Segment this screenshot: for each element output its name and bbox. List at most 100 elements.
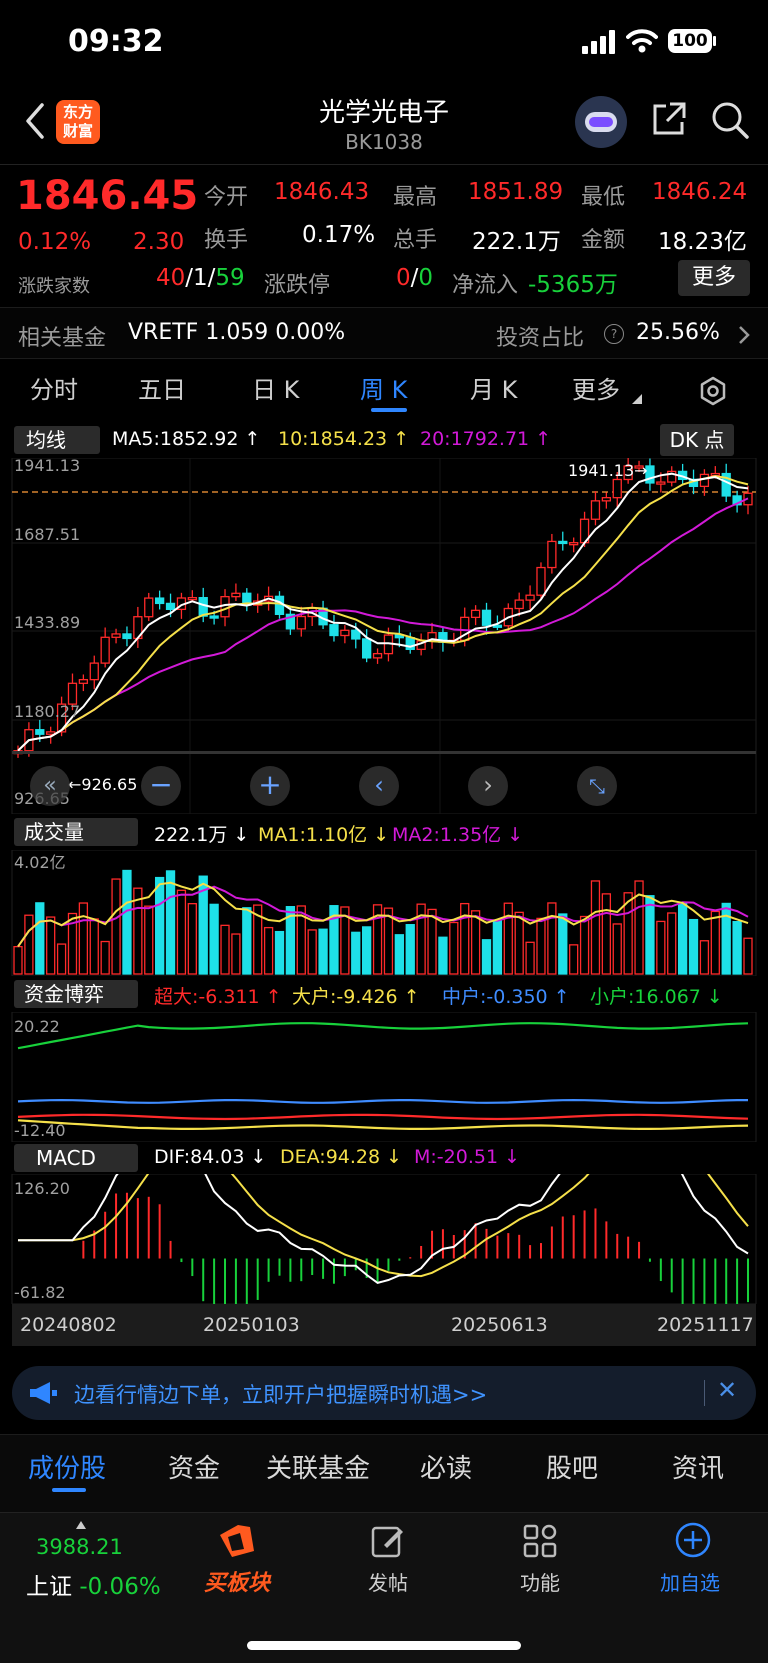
candle-body	[699, 473, 710, 488]
medium-value: 中户:-0.350 ↑	[442, 986, 570, 1008]
volume-bar	[449, 921, 459, 975]
turnover-label: 换手	[204, 228, 249, 253]
search-icon[interactable]	[710, 100, 750, 140]
volume-bar	[645, 895, 655, 975]
volume-bar	[536, 917, 546, 975]
zoom-in-button[interactable]: +	[250, 766, 290, 806]
macd-legend: MACD DIF:84.03 ↓ DEA:94.28 ↓ M:-20.51 ↓	[0, 1142, 768, 1176]
volume-bar	[154, 876, 165, 975]
price-axis-label: 1433.89	[14, 613, 80, 632]
ratio-label: 投资占比	[496, 326, 585, 351]
nav-post[interactable]: 发帖	[368, 1567, 408, 1596]
low-label: 最低	[581, 185, 626, 210]
date-label: 20240802	[20, 1314, 117, 1336]
capital-chart[interactable]: 20.22 -12.40	[0, 1012, 768, 1142]
volume-bar	[318, 928, 328, 975]
open-value: 1846.43	[274, 179, 370, 205]
volume-ma1: MA1:1.10亿 ↓	[258, 824, 390, 846]
nav-add-watchlist[interactable]: 加自选	[660, 1567, 720, 1596]
ma-selector[interactable]: 均线	[14, 426, 100, 454]
volume-bar	[721, 902, 731, 975]
candle-body	[372, 652, 383, 659]
collapse-button[interactable]: «	[30, 766, 70, 806]
chart-controls: « − + ‹ › ⤡	[0, 764, 768, 810]
tab-news[interactable]: 资讯	[672, 1448, 724, 1485]
volume-bar	[579, 915, 590, 975]
pan-left-button[interactable]: ‹	[359, 766, 399, 806]
volume-bar	[438, 936, 448, 975]
limit-values: 0/0	[396, 265, 433, 291]
candle-body	[569, 542, 579, 546]
nav-functions[interactable]: 功能	[520, 1567, 560, 1596]
tab-five-day[interactable]: 五日	[138, 370, 186, 405]
breadth-values: 40/1/59	[156, 265, 245, 291]
share-icon[interactable]	[650, 100, 688, 138]
tab-more[interactable]: 更多	[572, 370, 620, 405]
dk-button[interactable]: DK 点	[660, 424, 734, 456]
candle-body	[111, 633, 121, 638]
chevron-right-icon	[739, 326, 750, 344]
kline-chart[interactable]: 1941.13 1687.51 1433.89 1180.27 926.65 1…	[0, 458, 768, 814]
zoom-out-button[interactable]: −	[141, 766, 181, 806]
tab-weekly-k[interactable]: 周 K	[360, 370, 407, 405]
fund-row[interactable]: 相关基金 VRETF 1.059 0.00% 投资占比 ? 25.56%	[0, 307, 768, 359]
more-button[interactable]: 更多	[678, 260, 750, 296]
volume-bar	[209, 903, 219, 975]
index-row[interactable]: 上证 -0.06%	[26, 1567, 161, 1601]
settings-icon[interactable]	[698, 376, 728, 406]
breadth-label: 涨跌家数	[18, 276, 90, 297]
robot-avatar[interactable]	[575, 96, 627, 148]
nav-buy-sector[interactable]: 买板块	[204, 1565, 270, 1597]
tab-constituents[interactable]: 成份股	[28, 1448, 106, 1485]
dea-value: DEA:94.28 ↓	[280, 1146, 403, 1168]
volume-bar	[165, 870, 176, 975]
capital-selector[interactable]: 资金博弈	[14, 980, 138, 1008]
volume-bar	[677, 902, 688, 975]
volume-value: 222.1万	[472, 229, 561, 255]
limit-label: 涨跌停	[264, 273, 331, 298]
date-label: 20250103	[203, 1314, 300, 1336]
tab-must-read[interactable]: 必读	[420, 1448, 472, 1485]
volume-bar	[688, 918, 699, 975]
help-icon[interactable]: ?	[604, 324, 624, 344]
candle-body	[536, 566, 546, 596]
candle-body	[89, 662, 99, 681]
grid-icon	[523, 1524, 557, 1558]
candle-body	[558, 540, 568, 545]
candle-body	[514, 599, 524, 610]
candle-body	[590, 500, 601, 520]
price-axis-label: 1941.13	[14, 458, 80, 475]
fullscreen-button[interactable]: ⤡	[577, 766, 617, 806]
tab-related-funds[interactable]: 关联基金	[266, 1448, 370, 1485]
caret-down-icon	[632, 394, 642, 404]
volume-selector[interactable]: 成交量	[14, 818, 138, 846]
date-label: 20251117	[657, 1314, 754, 1336]
volume-bar	[525, 941, 535, 975]
up-count: 40	[156, 265, 186, 291]
volume-legend: 成交量 222.1万 ↓ MA1:1.10亿 ↓ MA2:1.35亿 ↓	[0, 816, 768, 850]
ma20-value: 20:1792.71 ↑	[420, 428, 552, 450]
open-label: 今开	[204, 185, 249, 210]
macd-selector[interactable]: MACD	[14, 1144, 138, 1172]
promo-banner[interactable]: 边看行情边下单，立即开户把握瞬时机遇>> ✕	[12, 1366, 756, 1420]
tab-capital[interactable]: 资金	[168, 1448, 220, 1485]
m-value: M:-20.51 ↓	[414, 1146, 521, 1168]
tab-daily-k[interactable]: 日 K	[252, 370, 299, 405]
tab-forum[interactable]: 股吧	[546, 1448, 598, 1485]
index-value[interactable]: 3988.21	[36, 1535, 123, 1559]
battery-level: 100	[672, 31, 708, 51]
macd-chart[interactable]: 126.20 -61.82	[0, 1174, 768, 1304]
volume-bar	[187, 903, 197, 975]
tab-monthly-k[interactable]: 月 K	[470, 370, 517, 405]
close-icon[interactable]: ✕	[717, 1376, 737, 1404]
quote-panel: 1846.45 0.12% 2.30 涨跌家数 今开 1846.43 最高 18…	[0, 165, 768, 300]
volume-bar	[144, 905, 154, 975]
pan-right-button[interactable]: ›	[468, 766, 508, 806]
index-name: 上证	[26, 1574, 72, 1600]
high-marker: 1941.13→	[568, 461, 648, 480]
capital-axis-bottom: -12.40	[14, 1121, 66, 1140]
volume-ma2: MA2:1.35亿 ↓	[392, 824, 524, 846]
tab-intraday[interactable]: 分时	[30, 370, 78, 405]
volume-chart[interactable]: 4.02亿	[0, 850, 768, 976]
volume-bar	[78, 902, 89, 975]
